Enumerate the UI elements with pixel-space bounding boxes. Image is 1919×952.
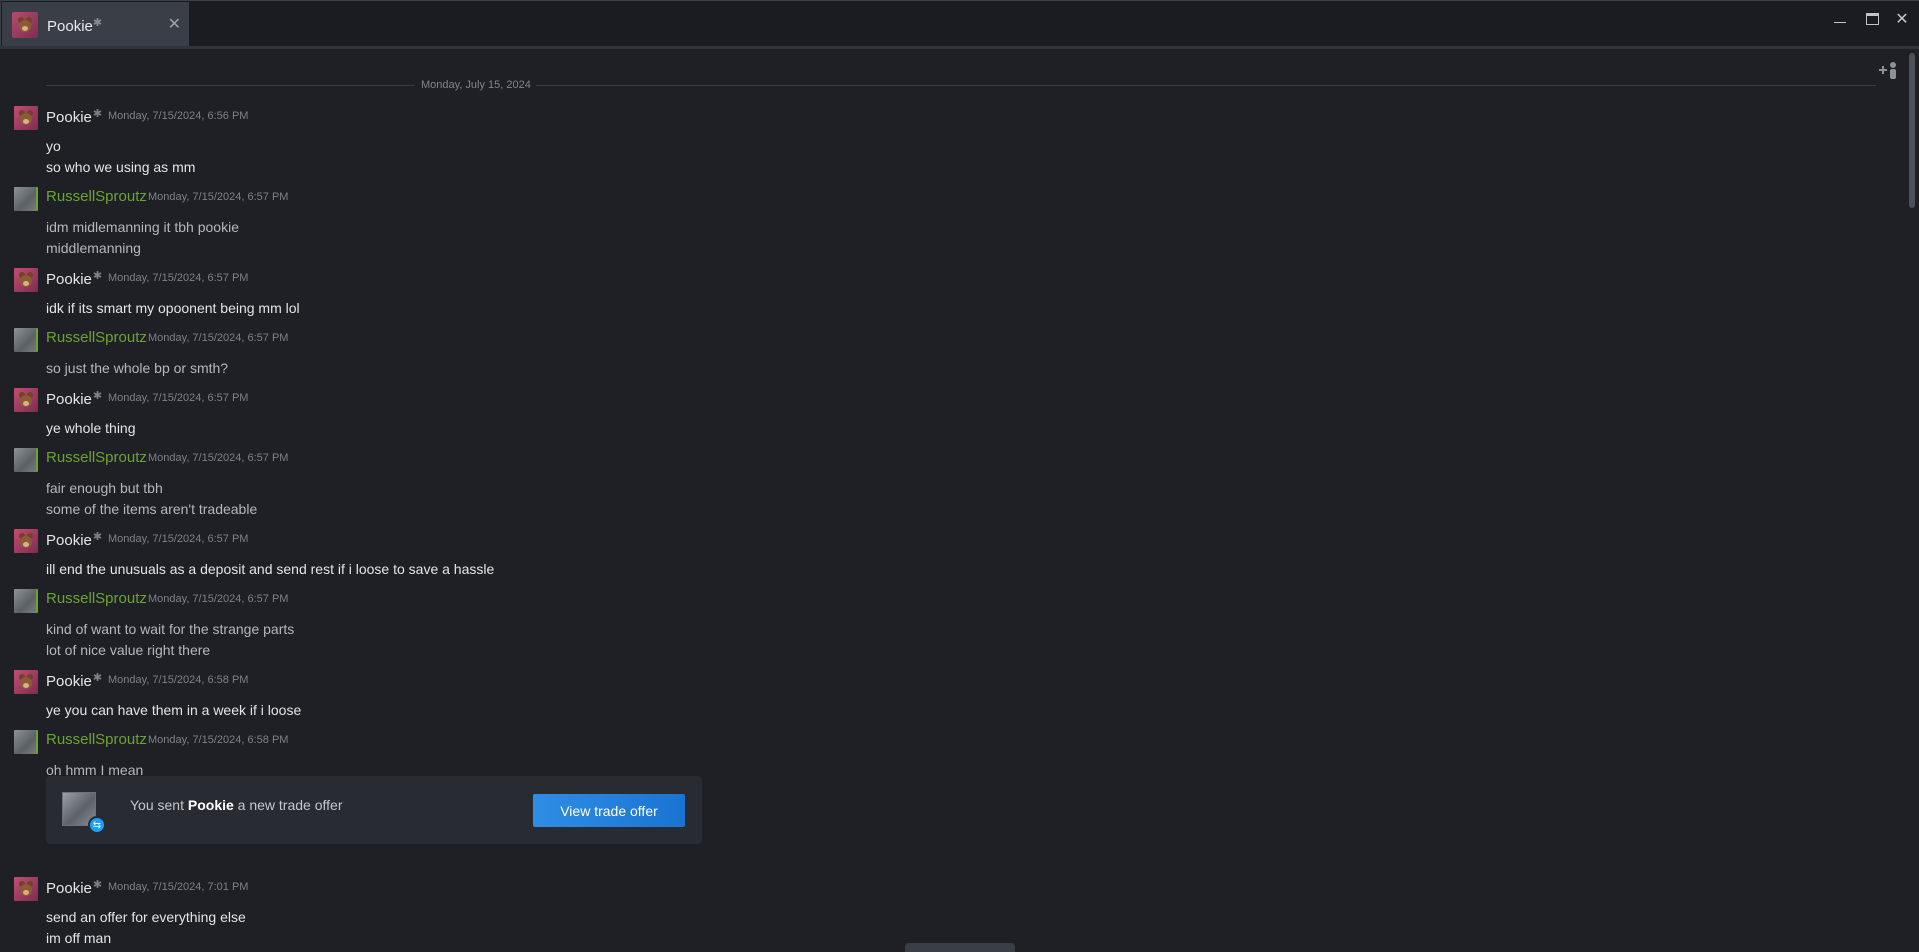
russell-avatar[interactable] — [14, 328, 38, 352]
message-text: some of the items aren't tradeable — [46, 501, 258, 517]
title-bar: Pookie✱ ✕ ✕ — [0, 0, 1919, 48]
close-icon[interactable]: ✕ — [1892, 9, 1912, 29]
message-text: ye you can have them in a week if i loos… — [46, 702, 302, 718]
message-text: yo — [46, 138, 61, 154]
bear-avatar-icon — [17, 17, 33, 33]
pookie-avatar[interactable] — [14, 529, 38, 553]
sender-name[interactable]: Pookie✱ — [46, 107, 102, 126]
message-text: so who we using as mm — [46, 159, 196, 175]
message-text: lot of nice value right there — [46, 642, 211, 658]
sender-name[interactable]: Pookie✱ — [46, 671, 102, 690]
bear-avatar-icon — [18, 533, 34, 549]
message-timestamp: Monday, 7/15/2024, 6:57 PM — [108, 272, 249, 284]
maximize-icon[interactable] — [1862, 9, 1882, 29]
sender-name[interactable]: RussellSproutz — [46, 731, 147, 748]
bottom-tab-chip[interactable] — [905, 943, 1015, 952]
tab-close-icon[interactable]: ✕ — [168, 16, 181, 34]
message-timestamp: Monday, 7/15/2024, 7:01 PM — [108, 881, 249, 893]
chat-log[interactable]: Monday, July 15, 2024 Pookie✱ Monday, 7/1… — [0, 49, 1908, 952]
message-timestamp: Monday, 7/15/2024, 6:57 PM — [108, 392, 249, 404]
pookie-avatar[interactable] — [14, 106, 38, 130]
sender-name[interactable]: Pookie✱ — [46, 878, 102, 897]
message-timestamp: Monday, 7/15/2024, 6:57 PM — [148, 452, 289, 464]
pookie-avatar[interactable] — [14, 268, 38, 292]
tab-label: Pookie✱ — [47, 16, 103, 35]
russell-avatar[interactable] — [14, 730, 38, 754]
message-timestamp: Monday, 7/15/2024, 6:57 PM — [108, 533, 249, 545]
trade-badge-icon: ⇆ — [88, 816, 106, 834]
message-text: ye whole thing — [46, 420, 136, 436]
scrollbar[interactable] — [1909, 53, 1915, 208]
view-trade-offer-button[interactable]: View trade offer — [533, 794, 685, 827]
message-timestamp: Monday, 7/15/2024, 6:57 PM — [148, 593, 289, 605]
message-text: so just the whole bp or smth? — [46, 360, 229, 376]
bear-avatar-icon — [18, 110, 34, 126]
sender-name[interactable]: Pookie✱ — [46, 530, 102, 549]
message-text: ill end the unusuals as a deposit and se… — [46, 561, 495, 577]
bear-avatar-icon — [18, 272, 34, 288]
trade-offer-card: ⇆ You sent Pookie a new trade offer View… — [46, 776, 702, 844]
message-text: fair enough but tbh — [46, 480, 163, 496]
russell-avatar[interactable] — [14, 589, 38, 613]
bear-avatar-icon — [18, 392, 34, 408]
russell-avatar[interactable] — [14, 448, 38, 472]
sender-name[interactable]: RussellSproutz — [46, 449, 147, 466]
pookie-avatar — [12, 12, 38, 38]
date-divider-text: Monday, July 15, 2024 — [421, 79, 531, 91]
message-timestamp: Monday, 7/15/2024, 6:57 PM — [148, 332, 289, 344]
chat-tab-pookie[interactable]: Pookie✱ ✕ — [2, 2, 189, 48]
message-text: im off man — [46, 930, 112, 946]
sender-name[interactable]: RussellSproutz — [46, 329, 147, 346]
message-timestamp: Monday, 7/15/2024, 6:58 PM — [108, 674, 249, 686]
minimize-icon[interactable] — [1830, 9, 1850, 29]
message-timestamp: Monday, 7/15/2024, 6:58 PM — [148, 734, 289, 746]
pookie-avatar[interactable] — [14, 670, 38, 694]
sender-name[interactable]: Pookie✱ — [46, 389, 102, 408]
add-friend-icon[interactable] — [1878, 61, 1900, 81]
message-text: idk if its smart my opoonent being mm lo… — [46, 300, 300, 316]
russell-avatar[interactable] — [14, 187, 38, 211]
message-text: idm midlemanning it tbh pookie — [46, 219, 239, 235]
sender-name[interactable]: RussellSproutz — [46, 188, 147, 205]
sender-name[interactable]: Pookie✱ — [46, 269, 102, 288]
trade-offer-text: You sent Pookie a new trade offer — [130, 797, 343, 813]
bear-avatar-icon — [18, 674, 34, 690]
bear-avatar-icon — [18, 881, 34, 897]
sender-name[interactable]: RussellSproutz — [46, 590, 147, 607]
message-text: kind of want to wait for the strange par… — [46, 621, 295, 637]
message-timestamp: Monday, 7/15/2024, 6:56 PM — [108, 110, 249, 122]
message-text: middlemanning — [46, 240, 141, 256]
date-divider: Monday, July 15, 2024 — [46, 79, 1876, 91]
message-timestamp: Monday, 7/15/2024, 6:57 PM — [148, 191, 289, 203]
pookie-avatar[interactable] — [14, 877, 38, 901]
pookie-avatar[interactable] — [14, 388, 38, 412]
message-text: send an offer for everything else — [46, 909, 246, 925]
